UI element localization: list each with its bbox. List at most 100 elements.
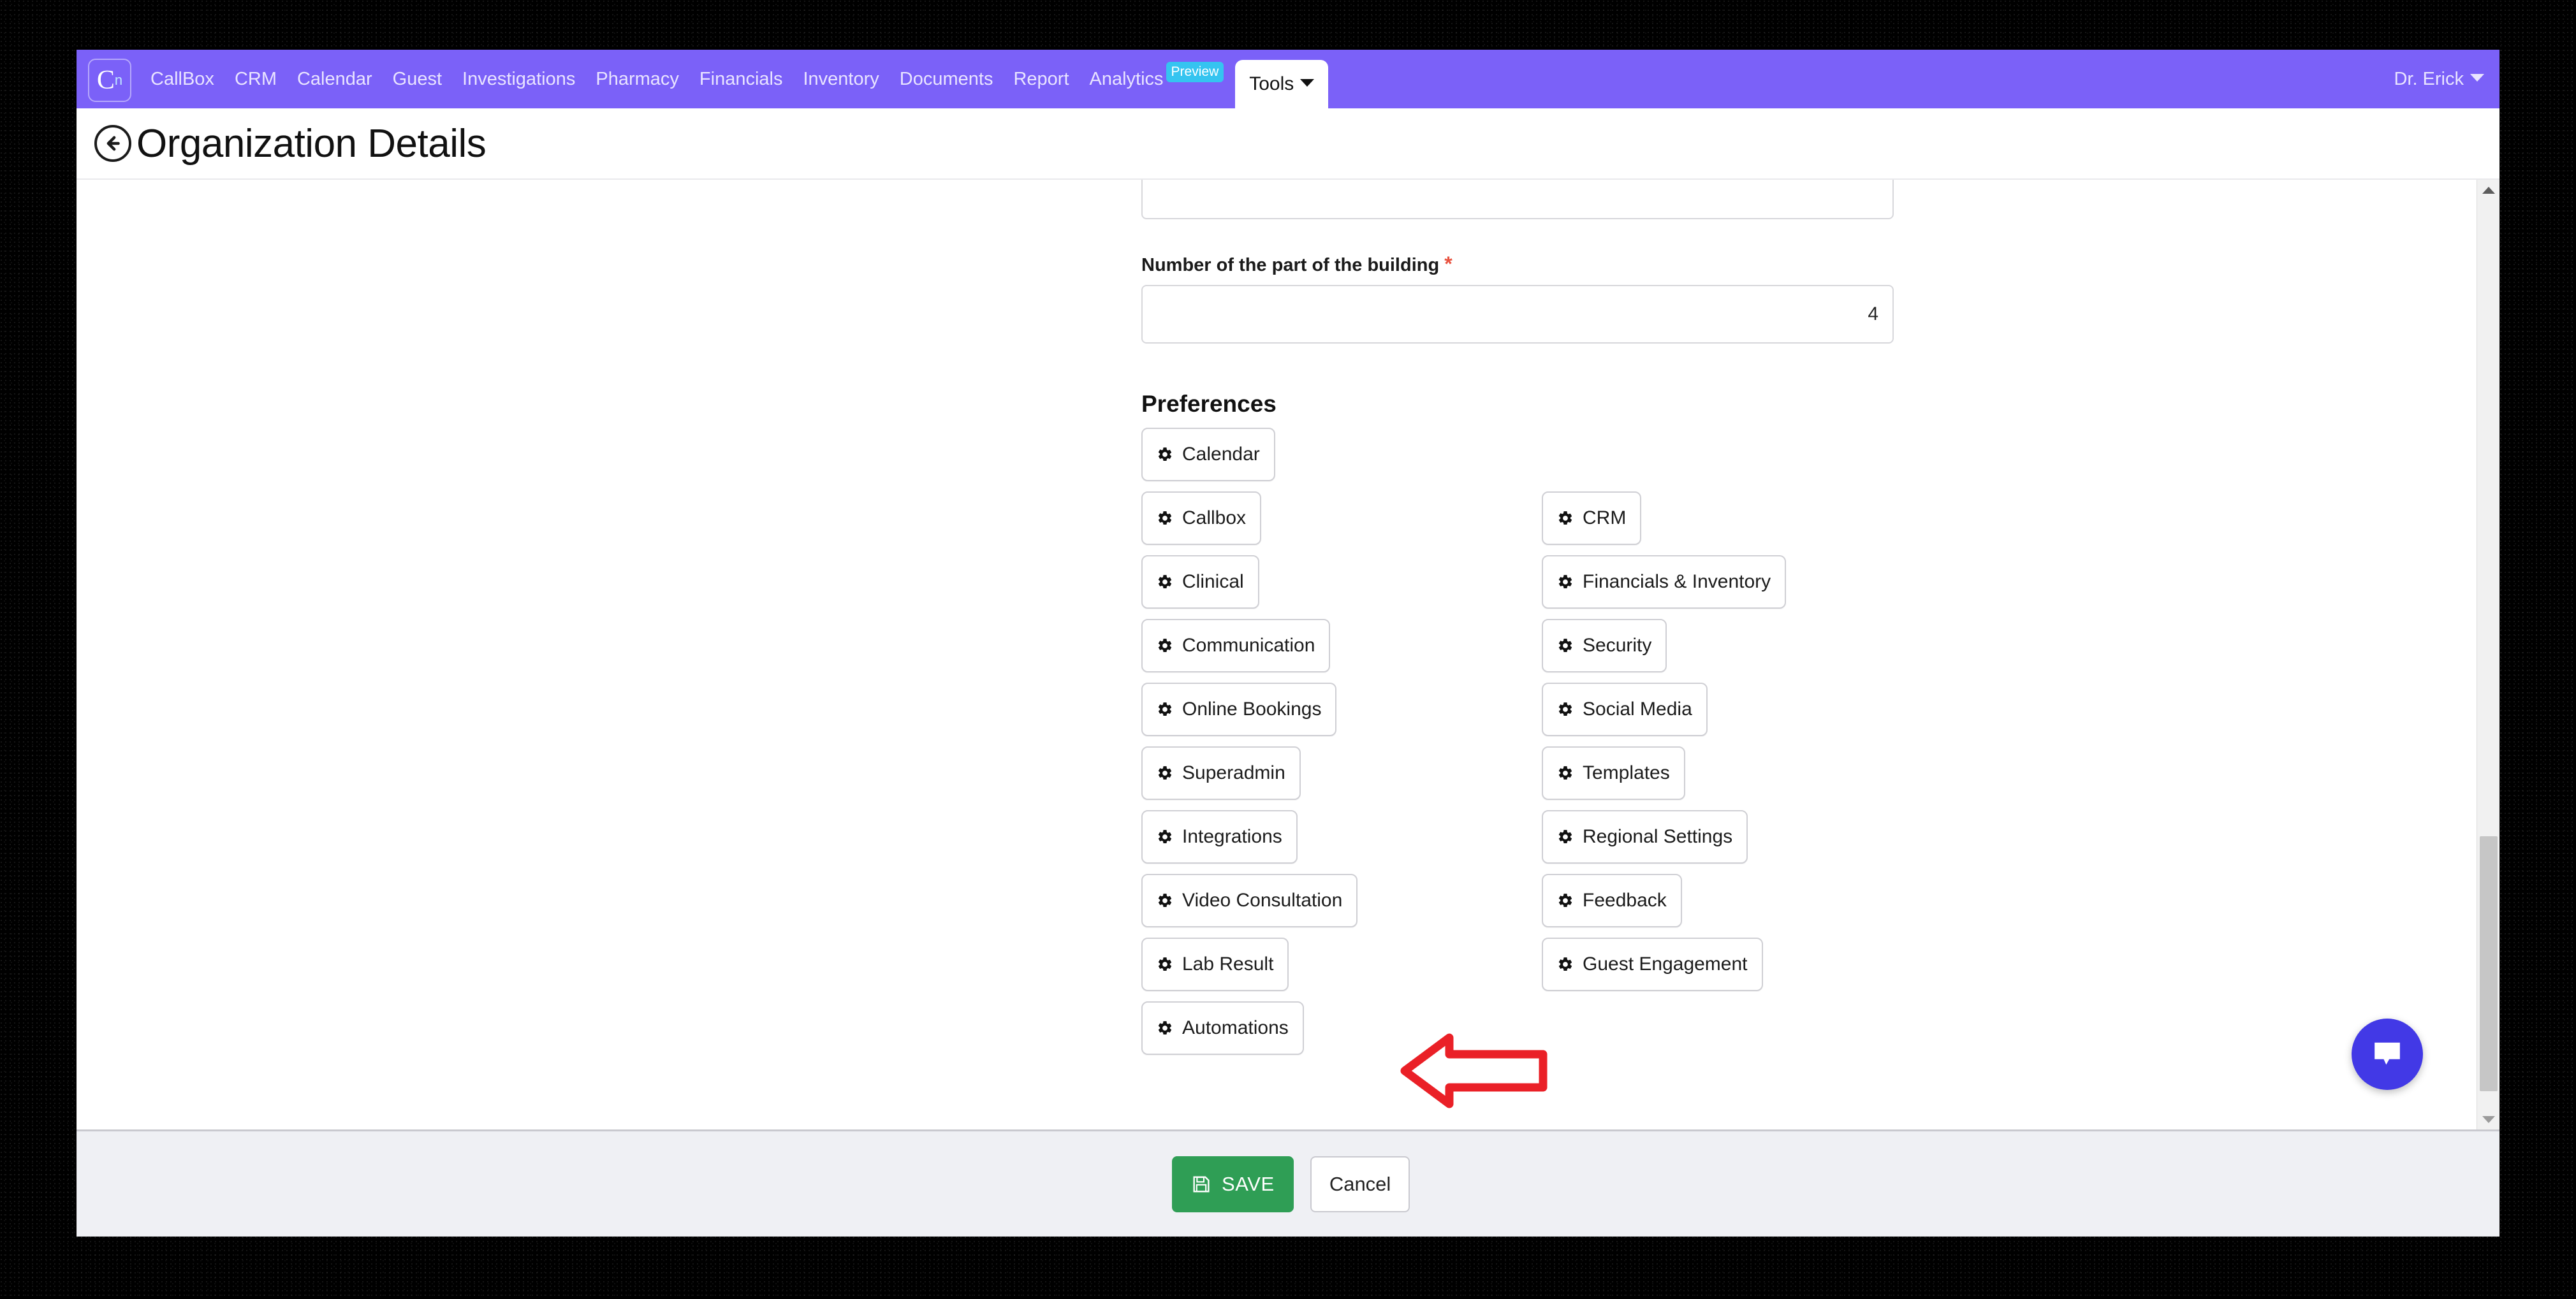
preference-row: Video Consultation Feedback <box>1141 874 1894 927</box>
preferences-heading: Preferences <box>1141 391 1277 417</box>
cancel-button-label: Cancel <box>1329 1172 1391 1195</box>
save-button-label: SAVE <box>1222 1172 1275 1195</box>
nav-item-analytics-label: Analytics <box>1089 69 1164 89</box>
preference-button-guest-engagement[interactable]: Guest Engagement <box>1542 938 1763 991</box>
cancel-button[interactable]: Cancel <box>1310 1156 1410 1212</box>
chevron-down-icon <box>2470 74 2484 82</box>
nav-item-guest[interactable]: Guest <box>383 50 452 108</box>
page-body: Number of the part of the building * Pre… <box>77 180 2499 1129</box>
gear-icon <box>1157 1020 1173 1036</box>
previous-field-input[interactable] <box>1141 180 1894 219</box>
user-name-label: Dr. Erick <box>2394 69 2464 89</box>
preference-row: Clinical Financials & Inventory <box>1141 555 1894 609</box>
top-navigation-bar: Cn CallBox CRM Calendar Guest Investigat… <box>77 50 2499 108</box>
nav-item-financials[interactable]: Financials <box>689 50 793 108</box>
preference-button-label: Regional Settings <box>1583 826 1733 847</box>
back-arrow-icon[interactable] <box>94 125 131 162</box>
scrollbar-down-button[interactable] <box>2477 1109 2499 1129</box>
preferences-grid: Calendar Callbox CRM Clinical Financials… <box>1141 428 1894 1055</box>
preference-button-security[interactable]: Security <box>1542 619 1667 672</box>
preference-button-label: Automations <box>1182 1017 1289 1038</box>
nav-links: CallBox CRM Calendar Guest Investigation… <box>140 50 1227 108</box>
preference-button-feedback[interactable]: Feedback <box>1542 874 1682 927</box>
gear-icon <box>1157 637 1173 654</box>
user-menu[interactable]: Dr. Erick <box>2394 50 2484 108</box>
brand-logo-icon[interactable]: Cn <box>88 59 131 102</box>
page-header: Organization Details <box>77 108 2499 180</box>
preference-button-label: Integrations <box>1182 826 1282 847</box>
organization-form: Number of the part of the building * Pre… <box>1141 180 1894 1065</box>
nav-item-calendar[interactable]: Calendar <box>287 50 383 108</box>
preference-button-regional-settings[interactable]: Regional Settings <box>1542 810 1748 864</box>
chevron-down-icon <box>1300 79 1315 87</box>
preference-button-label: Calendar <box>1182 444 1260 465</box>
preference-button-label: Clinical <box>1182 571 1244 592</box>
gear-icon <box>1157 701 1173 718</box>
preference-button-online-bookings[interactable]: Online Bookings <box>1141 683 1337 736</box>
scroll-viewport: Number of the part of the building * Pre… <box>77 180 2477 1129</box>
scrollbar-up-button[interactable] <box>2477 180 2499 200</box>
chat-bubble-icon[interactable] <box>2352 1019 2423 1090</box>
nav-item-crm[interactable]: CRM <box>224 50 287 108</box>
preference-button-crm[interactable]: CRM <box>1542 491 1642 545</box>
gear-icon <box>1557 637 1574 654</box>
preference-button-automations[interactable]: Automations <box>1141 1001 1304 1055</box>
preference-row: Superadmin Templates <box>1141 746 1894 800</box>
preference-button-video-consultation[interactable]: Video Consultation <box>1141 874 1358 927</box>
caret-up-icon <box>2482 186 2495 194</box>
nav-item-documents[interactable]: Documents <box>889 50 1004 108</box>
preference-button-label: Callbox <box>1182 507 1247 528</box>
caret-down-icon <box>2482 1115 2495 1123</box>
gear-icon <box>1557 892 1574 909</box>
building-part-label: Number of the part of the building * <box>1141 252 1894 276</box>
preference-button-label: Guest Engagement <box>1583 954 1748 975</box>
nav-item-pharmacy[interactable]: Pharmacy <box>585 50 689 108</box>
application-window: Cn CallBox CRM Calendar Guest Investigat… <box>77 50 2499 1237</box>
logo-letter: C <box>96 66 115 95</box>
tab-tools-label: Tools <box>1249 73 1294 94</box>
vertical-scrollbar[interactable] <box>2477 180 2499 1129</box>
building-part-label-text: Number of the part of the building <box>1141 255 1440 275</box>
tab-tools[interactable]: Tools <box>1235 60 1329 108</box>
nav-item-investigations[interactable]: Investigations <box>452 50 585 108</box>
nav-item-report[interactable]: Report <box>1003 50 1079 108</box>
preference-button-integrations[interactable]: Integrations <box>1141 810 1298 864</box>
gear-icon <box>1157 446 1173 463</box>
nav-item-analytics[interactable]: Analytics Preview <box>1079 50 1228 108</box>
gear-icon <box>1557 701 1574 718</box>
form-footer: SAVE Cancel <box>77 1129 2499 1237</box>
gear-icon <box>1157 510 1173 526</box>
preference-button-lab-result[interactable]: Lab Result <box>1141 938 1289 991</box>
preference-button-templates[interactable]: Templates <box>1542 746 1685 800</box>
preference-button-superadmin[interactable]: Superadmin <box>1141 746 1301 800</box>
preference-button-label: Lab Result <box>1182 954 1274 975</box>
floppy-disk-icon <box>1191 1174 1211 1194</box>
gear-icon <box>1557 765 1574 781</box>
nav-item-callbox[interactable]: CallBox <box>140 50 224 108</box>
scrollbar-thumb[interactable] <box>2480 836 2498 1091</box>
screenshot-frame: Cn CallBox CRM Calendar Guest Investigat… <box>0 0 2576 1299</box>
preference-button-label: Financials & Inventory <box>1583 571 1771 592</box>
preference-button-social-media[interactable]: Social Media <box>1542 683 1708 736</box>
preference-button-callbox[interactable]: Callbox <box>1141 491 1262 545</box>
preference-row: Lab Result Guest Engagement <box>1141 938 1894 991</box>
page-title: Organization Details <box>136 121 487 166</box>
preference-button-label: Templates <box>1583 762 1670 783</box>
preference-row: Automations <box>1141 1001 1894 1055</box>
preference-row: Callbox CRM <box>1141 491 1894 545</box>
preference-button-calendar[interactable]: Calendar <box>1141 428 1275 481</box>
preference-button-label: Online Bookings <box>1182 699 1322 720</box>
preference-button-communication[interactable]: Communication <box>1141 619 1331 672</box>
preference-button-label: Superadmin <box>1182 762 1285 783</box>
gear-icon <box>1157 765 1173 781</box>
preference-row: Calendar <box>1141 428 1894 481</box>
preference-row: Integrations Regional Settings <box>1141 810 1894 864</box>
save-button[interactable]: SAVE <box>1172 1156 1294 1212</box>
preference-button-label: Social Media <box>1583 699 1692 720</box>
preference-button-label: Communication <box>1182 635 1315 656</box>
preference-button-financials-inventory[interactable]: Financials & Inventory <box>1542 555 1787 609</box>
building-part-input[interactable] <box>1141 285 1894 344</box>
preference-button-clinical[interactable]: Clinical <box>1141 555 1259 609</box>
required-asterisk: * <box>1444 252 1453 275</box>
nav-item-inventory[interactable]: Inventory <box>793 50 889 108</box>
